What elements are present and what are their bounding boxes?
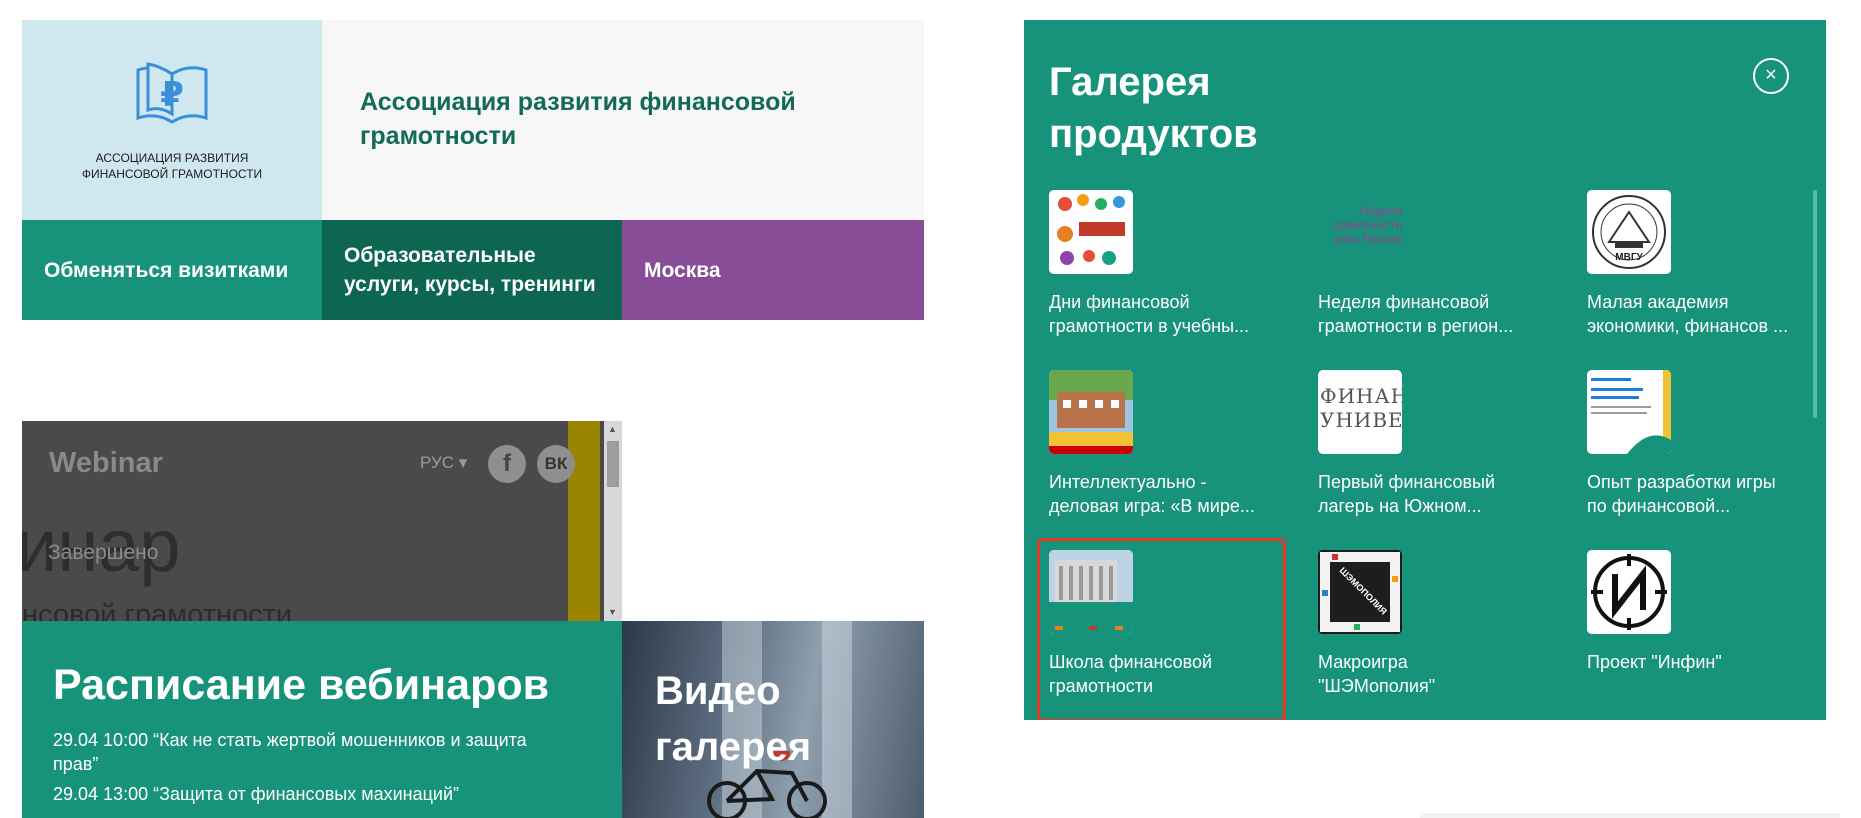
product-label: Интеллектуально - деловая игра: «В мире.…	[1049, 470, 1284, 518]
vk-icon[interactable]: ВК	[537, 445, 575, 483]
product-label-line: экономики, финансов ...	[1587, 316, 1789, 336]
language-selector[interactable]: РУС ▾	[420, 453, 467, 473]
financial-week-text-icon: Неделя грамотности онах России	[1318, 190, 1402, 274]
financial-days-poster-icon	[1049, 190, 1133, 274]
city-tile: Москва	[622, 220, 924, 320]
product-card[interactable]: Неделя грамотности онах России Неделя фи…	[1318, 190, 1553, 350]
product-label: Проект "Инфин"	[1587, 650, 1822, 674]
product-label: Опыт разработки игры по финансовой...	[1587, 470, 1822, 518]
svg-text:₽: ₽	[160, 75, 184, 115]
product-label-line: Школа финансовой	[1049, 652, 1213, 672]
product-label-line: Первый финансовый	[1318, 472, 1496, 492]
webinar-subtitle: нсовой грамотности	[22, 599, 293, 621]
org-logo-text-line-2: ФИНАНСОВОЙ ГРАМОТНОСТИ	[81, 167, 263, 181]
thumb-text: ФИНАН	[1320, 384, 1402, 408]
webinar-side-stripe	[568, 421, 600, 621]
presentation-slide-icon	[1587, 370, 1671, 454]
schedule-title: Расписание вебинаров	[53, 661, 550, 709]
thumb-text: грамотности	[1332, 218, 1402, 232]
product-label: Школа финансовой грамотности	[1049, 650, 1284, 698]
infin-logo-icon	[1587, 550, 1671, 634]
product-card[interactable]: ФИНАН УНИВЕР Первый финансовый лагерь на…	[1318, 370, 1553, 530]
board-game-icon: ШЭМОПОЛИЯ	[1318, 550, 1402, 634]
org-logo-block: ₽ АССОЦИАЦИЯ РАЗВИТИЯ ФИНАНСОВОЙ ГРАМОТН…	[22, 20, 322, 220]
product-label-line: Малая академия	[1587, 292, 1729, 312]
product-label-line: деловая игра: «В мире...	[1049, 496, 1255, 516]
org-name-box: Ассоциация развития финансовой грамотнос…	[322, 20, 924, 220]
product-label-line: грамотности в регион...	[1318, 316, 1514, 336]
webinar-embed[interactable]: Webinar РУС ▾ f ВК инар Завершено нсовой…	[22, 421, 622, 621]
product-card[interactable]: Дни финансовой грамотности в учебны...	[1049, 190, 1284, 350]
product-card[interactable]: Интеллектуально - деловая игра: «В мире.…	[1049, 370, 1284, 530]
product-label-line: Опыт разработки игры	[1587, 472, 1776, 492]
product-label-line: Макроигра	[1318, 652, 1408, 672]
page-footer-edge	[1420, 813, 1840, 818]
product-card[interactable]: МВГУ Малая академия экономики, финансов …	[1587, 190, 1822, 350]
video-gallery-title: Видео галерея	[655, 669, 812, 769]
finance-university-logo-icon: ФИНАН УНИВЕР	[1318, 370, 1402, 454]
thumb-text: онах России	[1333, 232, 1402, 246]
product-label: Дни финансовой грамотности в учебны...	[1049, 290, 1284, 338]
product-label-line: Интеллектуально -	[1049, 472, 1207, 492]
product-label-line: "ШЭМополия"	[1318, 676, 1436, 696]
product-label: Макроигра "ШЭМополия"	[1318, 650, 1553, 698]
product-label-line: грамотности	[1049, 676, 1154, 696]
product-label-line: Неделя финансовой	[1318, 292, 1490, 312]
webinar-schedule: Расписание вебинаров 29.04 10:00 “Как не…	[22, 621, 622, 818]
product-label-line: лагерь на Южном...	[1318, 496, 1482, 516]
scroll-up-arrow-icon[interactable]: ▲	[608, 424, 617, 434]
exchange-business-cards-button[interactable]: Обменяться визитками	[22, 220, 322, 320]
product-card[interactable]: Проект "Инфин"	[1587, 550, 1822, 710]
thumb-text: УНИВЕР	[1320, 408, 1402, 432]
close-icon[interactable]: ×	[1753, 58, 1789, 94]
schedule-item[interactable]: 29.04 10:00 “Как не стать жертвой мошенн…	[53, 728, 573, 776]
webinar-scrollbar-thumb[interactable]	[607, 441, 619, 487]
product-card[interactable]: ШЭМОПОЛИЯ Макроигра "ШЭМополия"	[1318, 550, 1553, 710]
product-card[interactable]: Опыт разработки игры по финансовой...	[1587, 370, 1822, 530]
product-label-line: Проект "Инфин"	[1587, 652, 1722, 672]
school-building-icon	[1049, 550, 1133, 634]
product-gallery-panel: Галерея продуктов × Дни финансовой грамо…	[1024, 20, 1826, 720]
video-gallery-tile[interactable]: Видео галерея	[622, 621, 924, 818]
product-label-line: по финансовой...	[1587, 496, 1731, 516]
schedule-item[interactable]: 29.04 13:00 “Защита от финансовых махина…	[53, 782, 573, 806]
facebook-icon[interactable]: f	[488, 445, 526, 483]
book-ruble-icon: ₽	[136, 62, 208, 124]
thumb-text: МВГУ	[1615, 252, 1643, 263]
building-photo-icon	[1049, 370, 1133, 454]
university-emblem-icon: МВГУ	[1587, 190, 1671, 274]
product-label-line: грамотности в учебны...	[1049, 316, 1250, 336]
gallery-title: Галерея продуктов	[1049, 60, 1258, 156]
category-tile: Образовательные услуги, курсы, тренинги	[322, 220, 622, 320]
product-label: Малая академия экономики, финансов ...	[1587, 290, 1822, 338]
org-name[interactable]: Ассоциация развития финансовой грамотнос…	[360, 85, 830, 153]
product-label: Неделя финансовой грамотности в регион..…	[1318, 290, 1553, 338]
webinar-status: Завершено	[48, 541, 159, 564]
scroll-down-arrow-icon[interactable]: ▼	[608, 607, 617, 617]
product-card-selected[interactable]: Школа финансовой грамотности	[1037, 538, 1286, 720]
org-logo-text-line-1: АССОЦИАЦИЯ РАЗВИТИЯ	[95, 151, 249, 165]
webinar-brand: Webinar	[49, 447, 163, 479]
thumb-text: Неделя	[1360, 204, 1402, 218]
product-label-line: Дни финансовой	[1049, 292, 1190, 312]
product-label: Первый финансовый лагерь на Южном...	[1318, 470, 1553, 518]
org-logo-text: АССОЦИАЦИЯ РАЗВИТИЯ ФИНАНСОВОЙ ГРАМОТНОС…	[22, 150, 322, 182]
